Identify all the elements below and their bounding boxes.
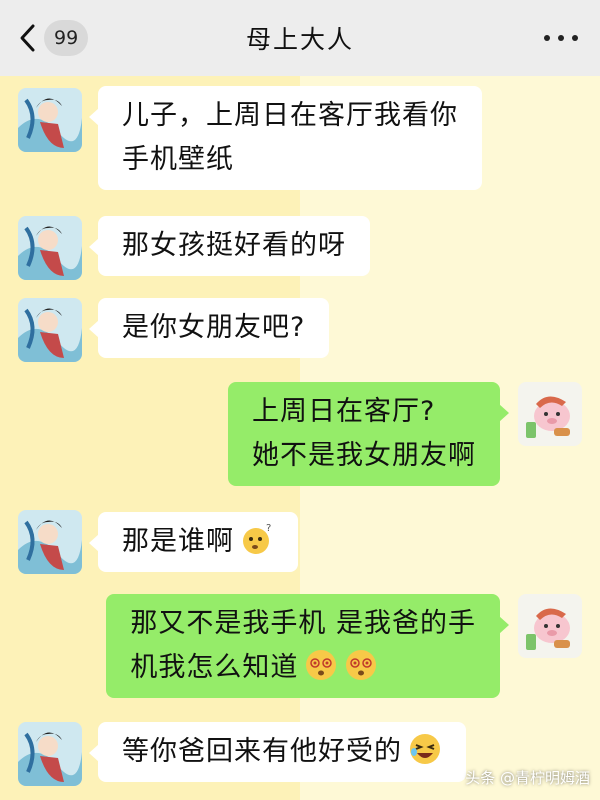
dizzy-face-icon xyxy=(344,648,378,682)
message-text: 那女孩挺好看的呀 xyxy=(122,230,346,261)
back-button[interactable]: 99 xyxy=(18,20,89,56)
message-text: 儿子，上周日在客厅我看你 xyxy=(122,100,458,131)
svg-text:?: ? xyxy=(266,523,272,534)
watermark: 头条 @青柠明姆酒 xyxy=(465,767,590,788)
contact-avatar[interactable] xyxy=(18,722,82,786)
user-avatar[interactable] xyxy=(518,382,582,446)
watermark-text: 头条 @青柠明姆酒 xyxy=(465,769,590,787)
message-bubble-incoming[interactable]: 那女孩挺好看的呀 xyxy=(89,216,370,276)
thinking-face-icon: ? xyxy=(240,522,274,556)
message-text: 是你女朋友吧? xyxy=(122,312,306,343)
contact-avatar[interactable] xyxy=(18,510,82,574)
message-text: 机我怎么知道 xyxy=(130,652,299,683)
chat-title: 母上大人 xyxy=(245,25,354,54)
message-text: 上周日在客厅? xyxy=(252,396,436,427)
message-bubble-incoming[interactable]: 等你爸回来有他好受的 xyxy=(89,722,466,782)
message-text: 那是谁啊 xyxy=(122,526,234,557)
message-text: 那又不是我手机 是我爸的手 xyxy=(130,608,476,639)
more-dot-icon xyxy=(572,35,578,41)
message-text: 手机壁纸 xyxy=(122,144,234,175)
message-bubble-outgoing[interactable]: 那又不是我手机 是我爸的手 机我怎么知道 xyxy=(106,594,509,698)
more-dot-icon xyxy=(558,35,564,41)
laughing-face-icon xyxy=(408,732,442,766)
message-bubble-incoming[interactable]: 是你女朋友吧? xyxy=(88,298,330,358)
unread-count-badge: 99 xyxy=(44,20,89,56)
message-bubble-incoming[interactable]: 儿子，上周日在客厅我看你 手机壁纸 xyxy=(89,86,482,190)
message-bubble-incoming[interactable]: 那是谁啊? xyxy=(89,512,298,572)
more-options-button[interactable] xyxy=(544,26,578,50)
contact-avatar[interactable] xyxy=(18,88,82,152)
message-bubble-outgoing[interactable]: 上周日在客厅? 她不是我女朋友啊 xyxy=(228,382,509,486)
contact-avatar[interactable] xyxy=(18,298,82,362)
more-dot-icon xyxy=(544,35,550,41)
chevron-left-icon xyxy=(18,23,36,53)
contact-avatar[interactable] xyxy=(18,216,82,280)
message-text: 她不是我女朋友啊 xyxy=(252,440,476,471)
chat-header: 99 母上大人 xyxy=(0,0,600,76)
dizzy-face-icon xyxy=(304,648,338,682)
user-avatar[interactable] xyxy=(518,594,582,658)
message-text: 等你爸回来有他好受的 xyxy=(122,736,402,767)
